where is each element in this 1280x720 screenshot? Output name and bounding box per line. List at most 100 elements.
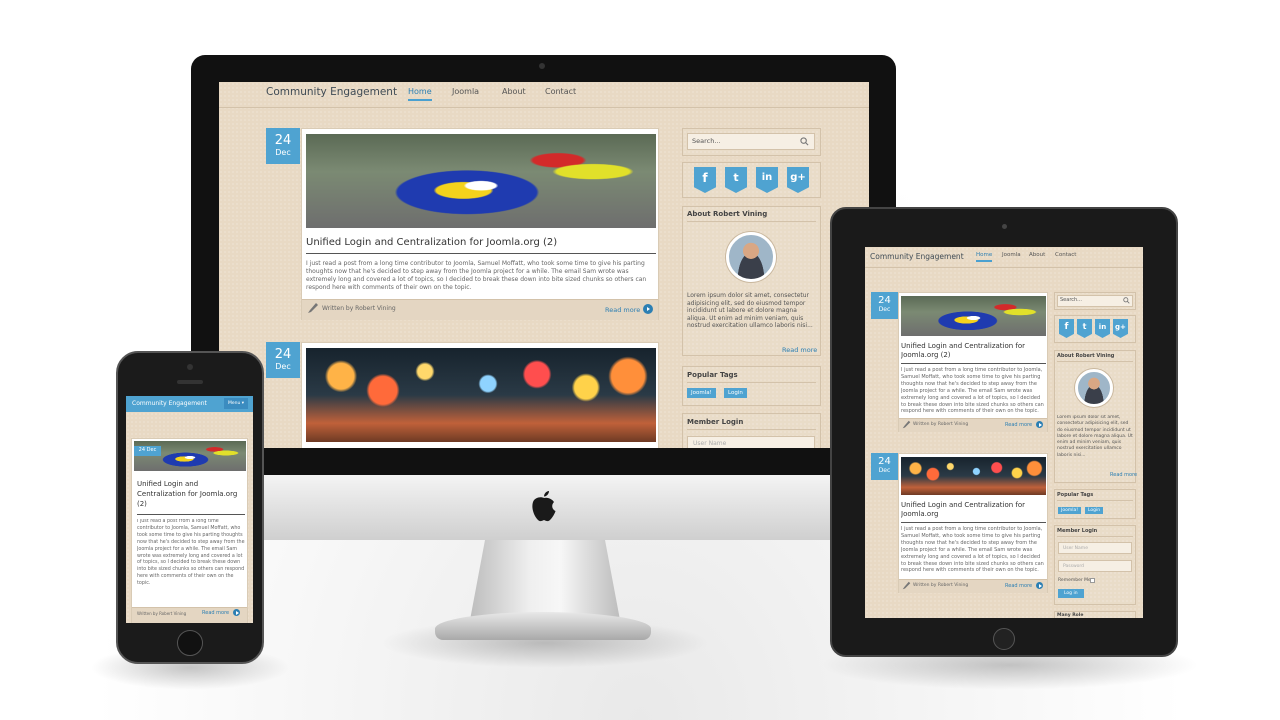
nav-contact[interactable]: Contact: [1055, 252, 1076, 258]
apple-logo-icon: [532, 491, 556, 522]
read-more-link[interactable]: Read more: [1005, 422, 1032, 428]
about-text: Lorem ipsum dolor sit amet, consectetur …: [687, 292, 813, 330]
tags-title: Popular Tags: [1057, 492, 1133, 501]
date-month: Dec: [146, 447, 157, 453]
read-more-link[interactable]: Read more: [605, 306, 640, 314]
post-excerpt: I just read a post from a long time cont…: [901, 526, 1044, 574]
remember-me-label: Remember Me: [1058, 578, 1091, 583]
remember-me-checkbox[interactable]: [1090, 578, 1095, 583]
date-day: 24: [274, 347, 292, 362]
date-day: 24: [878, 456, 891, 467]
nav-home[interactable]: Home: [976, 252, 993, 262]
post-card: Unified Login and Centralization for Joo…: [898, 453, 1048, 593]
post-excerpt: I just read a post from a long time cont…: [306, 260, 647, 291]
post-image[interactable]: [901, 296, 1046, 336]
nav-joomla[interactable]: Joomla: [1002, 252, 1021, 258]
ipad-home-button: [993, 628, 1015, 650]
date-day: 24: [138, 447, 146, 453]
post-excerpt: I just read a post from a long time cont…: [901, 367, 1044, 415]
arrow-right-icon[interactable]: [233, 609, 240, 616]
search-placeholder: Search...: [692, 137, 721, 145]
tag-joomla[interactable]: Joomla!: [1058, 507, 1082, 514]
post-title[interactable]: Unified Login and Centralization for Joo…: [137, 479, 245, 509]
post-card: [301, 342, 659, 448]
post-author: Written by Robert Vining: [137, 611, 187, 616]
imac-stand-base: [435, 612, 651, 640]
search-icon[interactable]: [1123, 297, 1130, 304]
read-more-link[interactable]: Read more: [202, 610, 229, 616]
password-input[interactable]: Password: [1058, 560, 1132, 572]
iphone-camera: [187, 364, 193, 370]
mobile-menu-button[interactable]: Menu ▾: [224, 398, 249, 409]
nav-about[interactable]: About: [1029, 252, 1045, 258]
nav-about[interactable]: About: [502, 87, 526, 96]
tag-login[interactable]: Login: [1085, 507, 1104, 514]
iphone-screen: Community Engagement Menu ▾ 24 Dec Unifi…: [126, 396, 253, 623]
post-title[interactable]: Unified Login and Centralization for Joo…: [901, 342, 1046, 360]
post-image[interactable]: [306, 134, 656, 228]
nav-contact[interactable]: Contact: [545, 87, 576, 96]
post-card: 24 Dec Unified Login and Centralization …: [131, 438, 248, 623]
post-excerpt: I just read a post from a long time cont…: [137, 519, 245, 587]
login-button[interactable]: Log in: [1058, 589, 1084, 598]
post-image[interactable]: [901, 457, 1046, 495]
ipad-screen: Community Engagement Home Joomla About C…: [865, 247, 1143, 618]
tag-login[interactable]: Login: [724, 388, 747, 398]
post-title[interactable]: Unified Login and Centralization for Joo…: [901, 501, 1046, 519]
iphone-home-button: [177, 630, 203, 656]
pencil-icon: [902, 581, 911, 590]
arrow-right-icon[interactable]: [1036, 582, 1043, 589]
site-title[interactable]: Community Engagement: [266, 86, 397, 98]
username-input[interactable]: User Name: [687, 436, 815, 448]
title-divider: [901, 522, 1046, 523]
imac-stand-neck: [470, 540, 620, 620]
date-month: Dec: [878, 306, 891, 313]
date-badge: 24 Dec: [266, 342, 300, 378]
post-title[interactable]: Unified Login and Centralization for Joo…: [306, 237, 557, 248]
post-author: Written by Robert Vining: [913, 422, 969, 427]
about-read-more[interactable]: Read more: [1110, 472, 1137, 478]
product-mockup: Community Engagement Home Joomla About C…: [0, 0, 1280, 720]
about-title: About Robert Vining: [687, 210, 816, 222]
search-placeholder: Search...: [1060, 297, 1082, 303]
imac-screen: Community Engagement Home Joomla About C…: [219, 82, 869, 448]
date-badge: 24 Dec: [871, 292, 898, 319]
about-text: Lorem ipsum dolor sit amet, consectetur …: [1057, 415, 1133, 458]
nav-joomla[interactable]: Joomla: [452, 87, 479, 96]
username-input[interactable]: User Name: [1058, 542, 1132, 554]
site-title[interactable]: Community Engagement: [132, 400, 207, 407]
arrow-right-icon[interactable]: [643, 304, 653, 314]
author-avatar: [726, 232, 776, 282]
about-read-more[interactable]: Read more: [782, 346, 817, 354]
read-more-link[interactable]: Read more: [1005, 583, 1032, 589]
post-card: Unified Login and Centralization for Joo…: [301, 128, 659, 320]
nav-home[interactable]: Home: [408, 87, 432, 101]
site-title[interactable]: Community Engagement: [870, 252, 964, 261]
title-divider: [137, 514, 245, 515]
title-divider: [306, 253, 656, 254]
date-badge: 24 Dec: [871, 453, 898, 480]
arrow-right-icon[interactable]: [1036, 421, 1043, 428]
date-badge: 24 Dec: [266, 128, 300, 164]
search-icon[interactable]: [800, 137, 809, 146]
author-avatar: [1075, 369, 1113, 407]
about-title: About Robert Vining: [1057, 353, 1133, 362]
post-author: Written by Robert Vining: [322, 305, 396, 312]
post-author: Written by Robert Vining: [913, 583, 969, 588]
date-day: 24: [274, 133, 292, 148]
tag-joomla[interactable]: Joomla!: [687, 388, 716, 398]
date-month: Dec: [275, 148, 291, 157]
login-title: Member Login: [1057, 528, 1133, 537]
post-card: Unified Login and Centralization for Joo…: [898, 292, 1048, 432]
tags-title: Popular Tags: [687, 371, 816, 383]
iphone-speaker: [177, 380, 203, 384]
post-image[interactable]: [306, 348, 656, 442]
date-badge: 24 Dec: [134, 446, 161, 456]
imac-camera: [539, 63, 545, 69]
more-title: Many Role: [1057, 613, 1084, 618]
login-title: Member Login: [687, 418, 816, 430]
date-day: 24: [878, 295, 891, 306]
date-month: Dec: [878, 467, 891, 474]
pencil-icon: [902, 420, 911, 429]
pencil-icon: [308, 303, 318, 313]
